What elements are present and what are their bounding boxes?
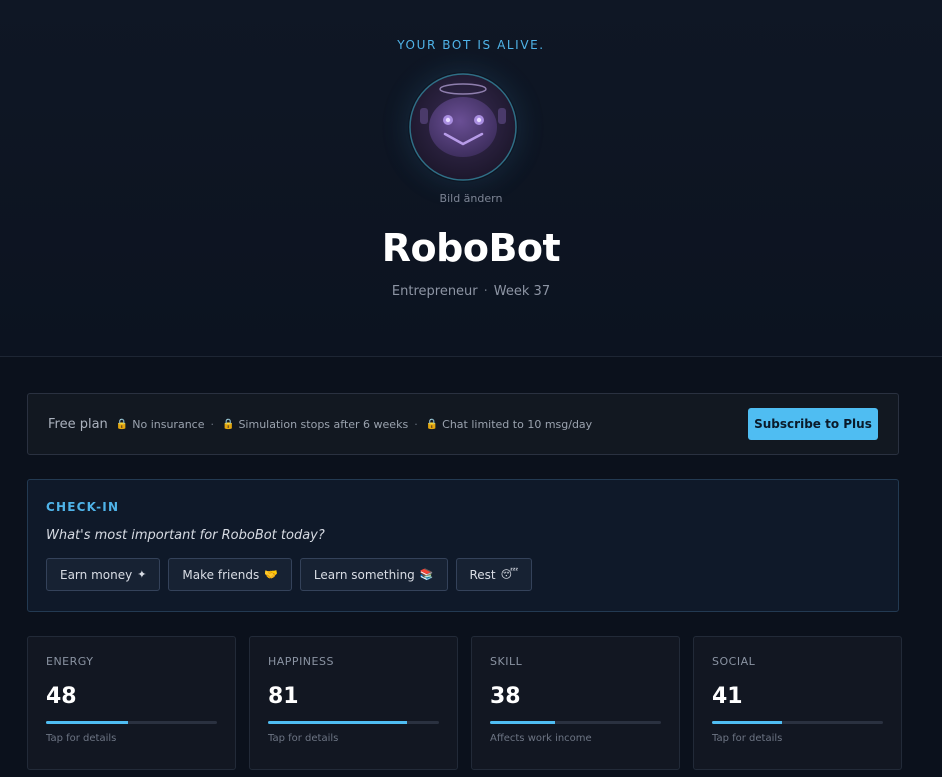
option-label: Learn something (313, 567, 415, 582)
stats-grid: ENERGY 48 Tap for details HAPPINESS 81 T… (27, 636, 902, 770)
plan-restriction: Chat limited to 10 msg/day (442, 417, 593, 431)
stat-label: SKILL (490, 655, 523, 668)
lock-icon: 🔒 (115, 418, 129, 430)
stat-progress-fill (712, 721, 783, 724)
checkin-title: CHECK-IN (46, 500, 120, 514)
plan-label: Free plan (48, 416, 108, 432)
stat-label: ENERGY (46, 655, 94, 668)
stat-progress-bar (268, 721, 439, 724)
option-earn-money-button[interactable]: Earn money ✦ (46, 558, 161, 591)
bot-subline: Entrepreneur · Week 37 (0, 284, 942, 299)
stat-note: Tap for details (712, 733, 783, 744)
option-learn-something-button[interactable]: Learn something 📚 (299, 558, 448, 591)
stat-progress-fill (268, 721, 407, 724)
separator: · (210, 417, 215, 431)
stat-progress-bar (490, 721, 661, 724)
plan-restriction: Simulation stops after 6 weeks (238, 417, 409, 431)
stat-note: Tap for details (46, 733, 117, 744)
option-rest-button[interactable]: Rest 😴 (455, 558, 533, 591)
stat-card-social[interactable]: SOCIAL 41 Tap for details (693, 636, 902, 770)
stat-progress-bar (712, 721, 883, 724)
stat-card-skill[interactable]: SKILL 38 Affects work income (471, 636, 680, 770)
stat-note: Affects work income (490, 733, 592, 744)
subscribe-button[interactable]: Subscribe to Plus (748, 408, 878, 440)
stat-value: 48 (46, 684, 77, 709)
stat-label: HAPPINESS (268, 655, 334, 668)
stat-card-happiness[interactable]: HAPPINESS 81 Tap for details (249, 636, 458, 770)
option-make-friends-button[interactable]: Make friends 🤝 (168, 558, 292, 591)
plan-banner: Free plan 🔒 No insurance · 🔒 Simulation … (27, 393, 899, 455)
stat-progress-fill (46, 721, 129, 724)
option-label: Earn money (60, 567, 133, 582)
option-label: Make friends (182, 567, 260, 582)
stat-value: 41 (712, 684, 743, 709)
stat-note: Tap for details (268, 733, 339, 744)
robot-avatar-icon (409, 73, 517, 181)
books-icon: 📚 (419, 568, 434, 581)
sparkle-icon: ✦ (137, 568, 147, 581)
separator: · (483, 284, 488, 299)
checkin-question: What's most important for RoboBot today? (46, 528, 325, 543)
stat-progress-fill (490, 721, 555, 724)
bot-avatar[interactable] (408, 72, 518, 182)
stat-card-energy[interactable]: ENERGY 48 Tap for details (27, 636, 236, 770)
tagline: YOUR BOT IS ALIVE. (397, 38, 545, 52)
checkin-options: Earn money ✦ Make friends 🤝 Learn somethin… (46, 558, 880, 591)
separator: · (414, 417, 418, 431)
lock-icon: 🔒 (425, 418, 439, 430)
bot-name: RoboBot (381, 226, 561, 270)
bot-week: Week 37 (493, 284, 551, 299)
stat-value: 81 (268, 684, 299, 709)
stat-progress-bar (46, 721, 217, 724)
sleeping-face-icon: 😴 (500, 568, 519, 581)
handshake-icon: 🤝 (264, 568, 278, 581)
checkin-panel: CHECK-IN What's most important for RoboB… (27, 479, 899, 612)
option-label: Rest (469, 567, 496, 582)
stat-label: SOCIAL (712, 655, 756, 668)
change-picture-link[interactable]: Bild ändern (0, 192, 942, 205)
bot-role: Entrepreneur (391, 284, 478, 299)
lock-icon: 🔒 (222, 418, 235, 430)
profile-hero: YOUR BOT IS ALIVE. Bild ändern RoboBot E… (0, 0, 942, 357)
stat-value: 38 (490, 684, 521, 709)
plan-restriction: No insurance (132, 417, 205, 431)
